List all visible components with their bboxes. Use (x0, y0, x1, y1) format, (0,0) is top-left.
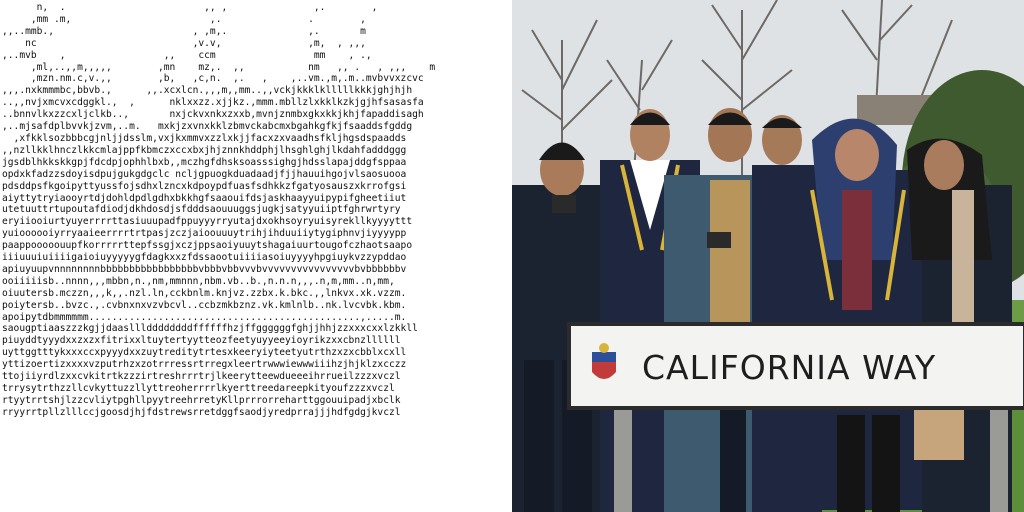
photo-panel: CALIFORNIA WAY (512, 0, 1024, 512)
composite-image: n, . ,, , ,. , ,mm .m, ,. . , ,,..mmb., … (0, 0, 1024, 512)
sign-text: CALIFORNIA WAY (642, 348, 936, 387)
ascii-art-text: n, . ,, , ,. , ,mm .m, ,. . , ,,..mmb., … (2, 2, 436, 418)
sign-post-left (614, 408, 632, 512)
photo-california-way: CALIFORNIA WAY (512, 0, 1024, 512)
ascii-art-panel: n, . ,, , ,. , ,mm .m, ,. . , ,,..mmb., … (0, 0, 512, 512)
sign-post-right (990, 408, 1008, 512)
